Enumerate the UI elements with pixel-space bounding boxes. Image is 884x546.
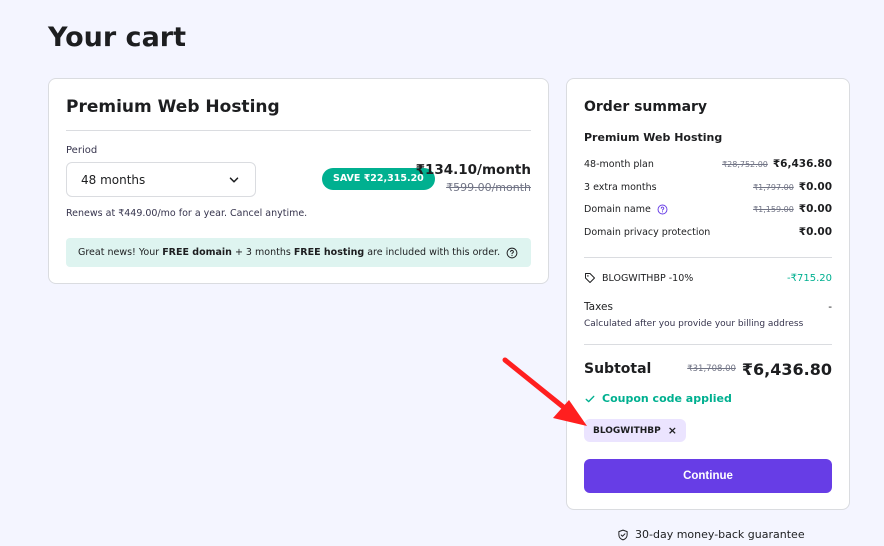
coupon-discount-value: -₹715.20 <box>787 272 832 284</box>
line-label-wrap: Domain name <box>584 204 668 215</box>
help-circle-icon[interactable] <box>506 247 518 259</box>
line-old-price: ₹28,752.00 <box>722 159 768 169</box>
line-old-price: ₹1,797.00 <box>753 182 794 192</box>
period-value: 48 months <box>81 172 146 187</box>
line-value: ₹0.00 <box>798 226 832 238</box>
continue-button[interactable]: Continue <box>584 459 832 493</box>
promo-text-3: are included with this order. <box>364 247 501 258</box>
plan-title: Premium Web Hosting <box>66 97 280 117</box>
summary-plan-name: Premium Web Hosting <box>584 131 723 144</box>
promo-banner: Great news! Your FREE domain + 3 months … <box>66 238 531 267</box>
line-label: 3 extra months <box>584 181 657 193</box>
period-label: Period <box>66 145 98 156</box>
line-label: 48-month plan <box>584 158 654 170</box>
price-per-month: ₹134.10/month <box>415 162 531 178</box>
taxes-note: Calculated after you provide your billin… <box>584 319 804 329</box>
line-label: Domain name <box>584 203 651 215</box>
check-icon <box>585 395 595 402</box>
period-select[interactable]: 48 months <box>66 162 256 197</box>
promo-text-2: + 3 months <box>231 247 294 258</box>
money-back-guarantee: 30-day money-back guarantee <box>617 528 805 541</box>
tag-icon <box>585 273 595 283</box>
line-value: ₹0.00 <box>798 203 832 215</box>
promo-text: Great news! Your FREE domain + 3 months … <box>78 247 500 258</box>
promo-free-domain: FREE domain <box>162 247 232 258</box>
line-label: Domain privacy protection <box>584 226 711 238</box>
summary-line-privacy: Domain privacy protection ₹0.00 <box>584 224 832 240</box>
page-title: Your cart <box>48 22 187 53</box>
help-circle-icon[interactable] <box>657 204 668 215</box>
guarantee-text: 30-day money-back guarantee <box>635 528 805 541</box>
order-summary-title: Order summary <box>584 99 708 115</box>
summary-line-extra-months: 3 extra months ₹1,797.00 ₹0.00 <box>584 179 832 195</box>
old-price: ₹599.00/month <box>446 181 531 194</box>
promo-text-1: Great news! Your <box>78 247 163 258</box>
cart-card: Premium Web Hosting Period 48 months SAV… <box>48 78 549 284</box>
coupon-chip-label: BLOGWITHBP <box>593 425 661 436</box>
subtotal-old-price: ₹31,708.00 <box>687 364 736 374</box>
coupon-applied-text: Coupon code applied <box>602 392 732 405</box>
shield-check-icon <box>618 529 628 540</box>
summary-line-domain: Domain name ₹1,159.00 ₹0.00 <box>584 201 832 217</box>
line-value: ₹6,436.80 <box>772 158 832 170</box>
chevron-down-icon <box>229 176 239 183</box>
coupon-discount-label: BLOGWITHBP -10% <box>602 272 694 284</box>
line-value: ₹0.00 <box>798 181 832 193</box>
order-summary-card: Order summary Premium Web Hosting 48-mon… <box>566 78 850 510</box>
coupon-applied-status: Coupon code applied <box>584 392 732 405</box>
renew-text: Renews at ₹449.00/mo for a year. Cancel … <box>66 208 308 219</box>
divider <box>584 344 832 345</box>
promo-free-hosting: FREE hosting <box>293 247 365 258</box>
coupon-discount-line: BLOGWITHBP -10% -₹715.20 <box>584 270 832 286</box>
taxes-line: Taxes - <box>584 301 832 313</box>
divider <box>66 130 531 131</box>
subtotal-value: ₹6,436.80 <box>741 359 832 379</box>
divider <box>584 257 832 258</box>
close-icon[interactable]: × <box>668 424 677 437</box>
summary-line-plan: 48-month plan ₹28,752.00 ₹6,436.80 <box>584 156 832 172</box>
subtotal-line: Subtotal ₹31,708.00 ₹6,436.80 <box>584 358 832 380</box>
line-old-price: ₹1,159.00 <box>753 204 794 214</box>
coupon-chip: BLOGWITHBP × <box>584 419 686 442</box>
subtotal-label: Subtotal <box>584 361 652 377</box>
taxes-label: Taxes <box>584 301 613 313</box>
taxes-value: - <box>828 301 832 313</box>
